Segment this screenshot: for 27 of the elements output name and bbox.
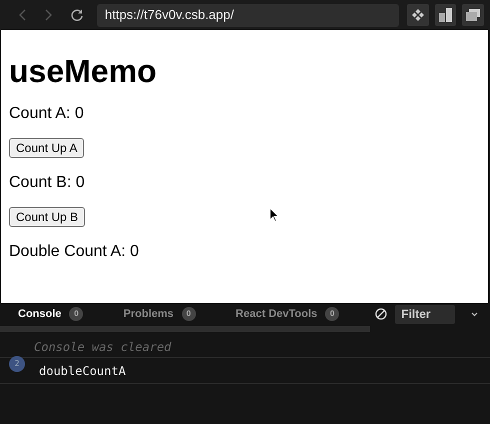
count-up-button[interactable]: Count Up A	[9, 138, 84, 158]
count-badge: 0	[182, 307, 196, 321]
window-button[interactable]	[462, 4, 484, 26]
count-up-button[interactable]: Count Up B	[9, 207, 86, 228]
split-button[interactable]	[434, 4, 456, 26]
url-field[interactable]: https://t76v0v.csb.app/	[96, 4, 399, 26]
windows-icon	[466, 9, 480, 21]
count-text: Count B: 0	[9, 173, 86, 192]
logo-button[interactable]	[406, 4, 429, 26]
reload-icon[interactable]	[70, 8, 84, 22]
chevron-down-icon[interactable]	[471, 312, 478, 316]
console-message: Console was cleared	[34, 338, 172, 356]
diamonds-icon	[410, 8, 425, 22]
repeat-count-badge: 2	[9, 356, 25, 372]
filter-field[interactable]: Filter	[395, 304, 456, 324]
console-log: doubleCountA	[39, 362, 126, 380]
clear-icon[interactable]	[375, 308, 388, 320]
cursor-icon	[269, 207, 279, 222]
page-heading: useMemo	[9, 52, 158, 90]
count-text: Double Count A: 0	[9, 242, 140, 262]
count-text: Count A: 0	[9, 104, 85, 124]
count-badge: 0	[325, 307, 340, 321]
panels-icon	[438, 8, 452, 22]
devtools-tab[interactable]: Console 0	[18, 306, 84, 322]
devtools-tab[interactable]: React DevTools 0	[236, 306, 340, 322]
devtools-tab[interactable]: Problems 0	[123, 306, 196, 322]
count-badge: 0	[69, 307, 84, 321]
